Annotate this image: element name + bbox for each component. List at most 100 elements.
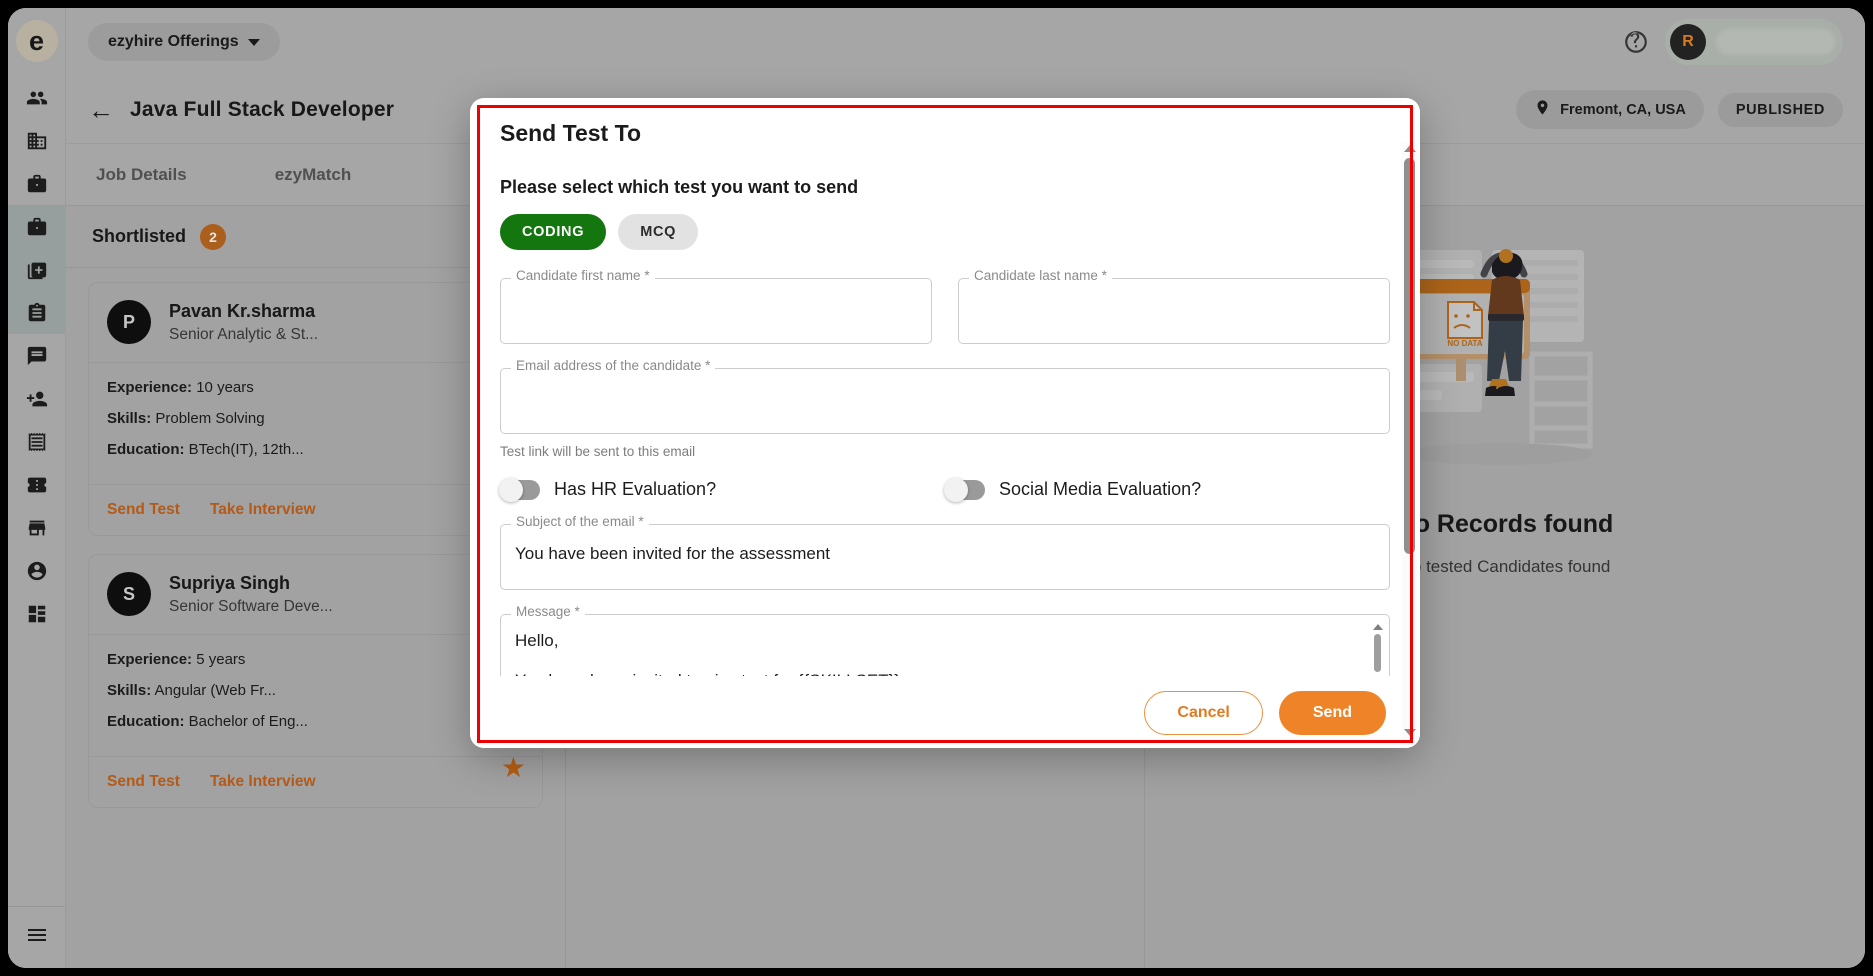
take-interview-link[interactable]: Take Interview (210, 501, 316, 519)
evaluation-switches: Has HR Evaluation? Social Media Evaluati… (499, 477, 1390, 502)
menu-toggle[interactable] (8, 906, 65, 968)
test-type-mcq-button[interactable]: MCQ (618, 214, 699, 250)
no-data-caption: NO DATA (1447, 339, 1482, 348)
message-label: Message * (511, 605, 585, 619)
send-button[interactable]: Send (1278, 690, 1386, 735)
app-logo[interactable]: e (15, 20, 58, 62)
location-label: Fremont, CA, USA (1560, 101, 1686, 118)
education-value: Bachelor of Eng... (188, 712, 308, 730)
favorite-star-icon[interactable]: ★ (501, 751, 526, 784)
user-name-redacted (1716, 29, 1835, 55)
send-test-link[interactable]: Send Test (107, 773, 180, 791)
offerings-label: ezyhire Offerings (108, 33, 239, 50)
avatar: P (107, 300, 151, 345)
candidate-skills: Skills: Problem Solving (107, 410, 524, 427)
email-field[interactable]: Email address of the candidate * (500, 359, 1390, 434)
screen: e ezyhire Offerings R ← Java Full Stack … (0, 0, 1873, 976)
candidate-education: Education: Bachelor of Eng... (107, 713, 524, 730)
modal-scrollbar[interactable] (1402, 142, 1417, 740)
test-type-coding-button[interactable]: CODING (500, 214, 607, 250)
candidate-experience: Experience: 5 years (107, 651, 524, 668)
sidebar-item-assessments[interactable] (8, 291, 66, 334)
email-label: Email address of the candidate * (511, 359, 716, 373)
test-type-selector: CODING MCQ (500, 214, 1390, 250)
message-scrollbar[interactable] (1371, 624, 1384, 676)
user-menu[interactable]: R (1665, 19, 1843, 65)
experience-label: Experience: (107, 650, 193, 668)
message-field[interactable]: Message * Hello, You have been invited t… (500, 605, 1390, 676)
sidebar-item-candidates[interactable] (8, 76, 66, 119)
dashboard-icon (26, 603, 48, 625)
skills-value: Problem Solving (155, 409, 265, 427)
modal-body: Send Test To Please select which test yo… (470, 98, 1420, 676)
email-input[interactable] (500, 368, 1390, 434)
rail-items (8, 76, 66, 635)
tab-ezymatch[interactable]: ezyMatch (275, 165, 352, 185)
sidebar-item-invoices[interactable] (8, 420, 66, 463)
shortlisted-label: Shortlisted (92, 226, 187, 246)
first-name-label: Candidate first name * (511, 269, 655, 283)
sidebar-item-add-job[interactable] (8, 248, 66, 291)
app-window: e ezyhire Offerings R ← Java Full Stack … (8, 8, 1865, 968)
sidebar-item-invite-user[interactable] (8, 377, 66, 420)
scroll-thumb[interactable] (1404, 158, 1415, 554)
scroll-up-arrow-icon[interactable] (1372, 624, 1383, 630)
sidebar-item-my-jobs[interactable] (8, 205, 66, 248)
sidebar-item-messages[interactable] (8, 334, 66, 377)
last-name-field[interactable]: Candidate last name * (958, 269, 1390, 344)
location-pin-icon (1534, 99, 1551, 120)
sidebar-item-account[interactable] (8, 549, 66, 592)
message-textarea[interactable]: Hello, You have been invited to give tes… (500, 614, 1390, 676)
store-icon (26, 517, 48, 539)
left-navigation-rail: e (8, 8, 66, 968)
subject-label: Subject of the email * (511, 515, 649, 529)
sidebar-item-tickets[interactable] (8, 463, 66, 506)
location-chip: Fremont, CA, USA (1516, 90, 1704, 129)
education-label: Education: (107, 712, 185, 730)
subject-field[interactable]: Subject of the email * You have been inv… (500, 515, 1390, 590)
back-arrow-icon[interactable]: ← (88, 97, 114, 123)
empty-state-subtitle: No tested Candidates found (1399, 557, 1611, 576)
message-line-1: Hello, (515, 631, 559, 650)
modal-subtitle: Please select which test you want to sen… (500, 177, 859, 197)
hr-evaluation-group[interactable]: Has HR Evaluation? (499, 477, 945, 502)
candidate-role: Senior Analytic & St... (169, 326, 319, 344)
cancel-button[interactable]: Cancel (1144, 690, 1263, 735)
social-media-evaluation-toggle[interactable] (944, 477, 985, 502)
avatar: R (1670, 24, 1706, 60)
last-name-input[interactable] (958, 278, 1390, 344)
hr-evaluation-label: Has HR Evaluation? (554, 479, 717, 499)
receipt-icon (26, 431, 48, 453)
first-name-input[interactable] (500, 278, 932, 344)
candidate-experience: Experience: 10 years (107, 379, 524, 396)
add-box-icon (26, 259, 48, 281)
subject-input[interactable]: You have been invited for the assessment (500, 524, 1390, 590)
candidate-name: Pavan Kr.sharma (169, 301, 316, 321)
sidebar-item-companies[interactable] (8, 119, 66, 162)
page-title: Java Full Stack Developer (130, 97, 395, 121)
chevron-down-icon (247, 38, 260, 46)
sidebar-item-marketplace[interactable] (8, 506, 66, 549)
briefcase-icon (26, 173, 48, 195)
scroll-up-arrow-icon[interactable] (1403, 145, 1416, 152)
education-value: BTech(IT), 12th... (188, 440, 304, 458)
take-interview-link[interactable]: Take Interview (210, 773, 316, 791)
sidebar-item-jobs[interactable] (8, 162, 66, 205)
top-header: ezyhire Offerings R (66, 8, 1865, 76)
shortlisted-count: 2 (200, 223, 227, 250)
scroll-down-arrow-icon[interactable] (1403, 729, 1416, 736)
help-circle-icon[interactable] (1623, 29, 1649, 55)
social-media-evaluation-group[interactable]: Social Media Evaluation? (944, 477, 1390, 502)
tab-job-details[interactable]: Job Details (96, 165, 187, 185)
toggle-knob (944, 477, 968, 502)
candidate-skills: Skills: Angular (Web Fr... (107, 682, 524, 699)
hr-evaluation-toggle[interactable] (499, 477, 540, 502)
offerings-dropdown[interactable]: ezyhire Offerings (88, 23, 280, 61)
scroll-thumb[interactable] (1374, 634, 1381, 672)
clipboard-icon (26, 302, 48, 324)
send-test-link[interactable]: Send Test (107, 501, 180, 519)
skills-label: Skills: (107, 409, 152, 427)
sidebar-item-dashboard[interactable] (8, 592, 66, 635)
experience-value: 5 years (196, 650, 246, 668)
first-name-field[interactable]: Candidate first name * (500, 269, 932, 344)
